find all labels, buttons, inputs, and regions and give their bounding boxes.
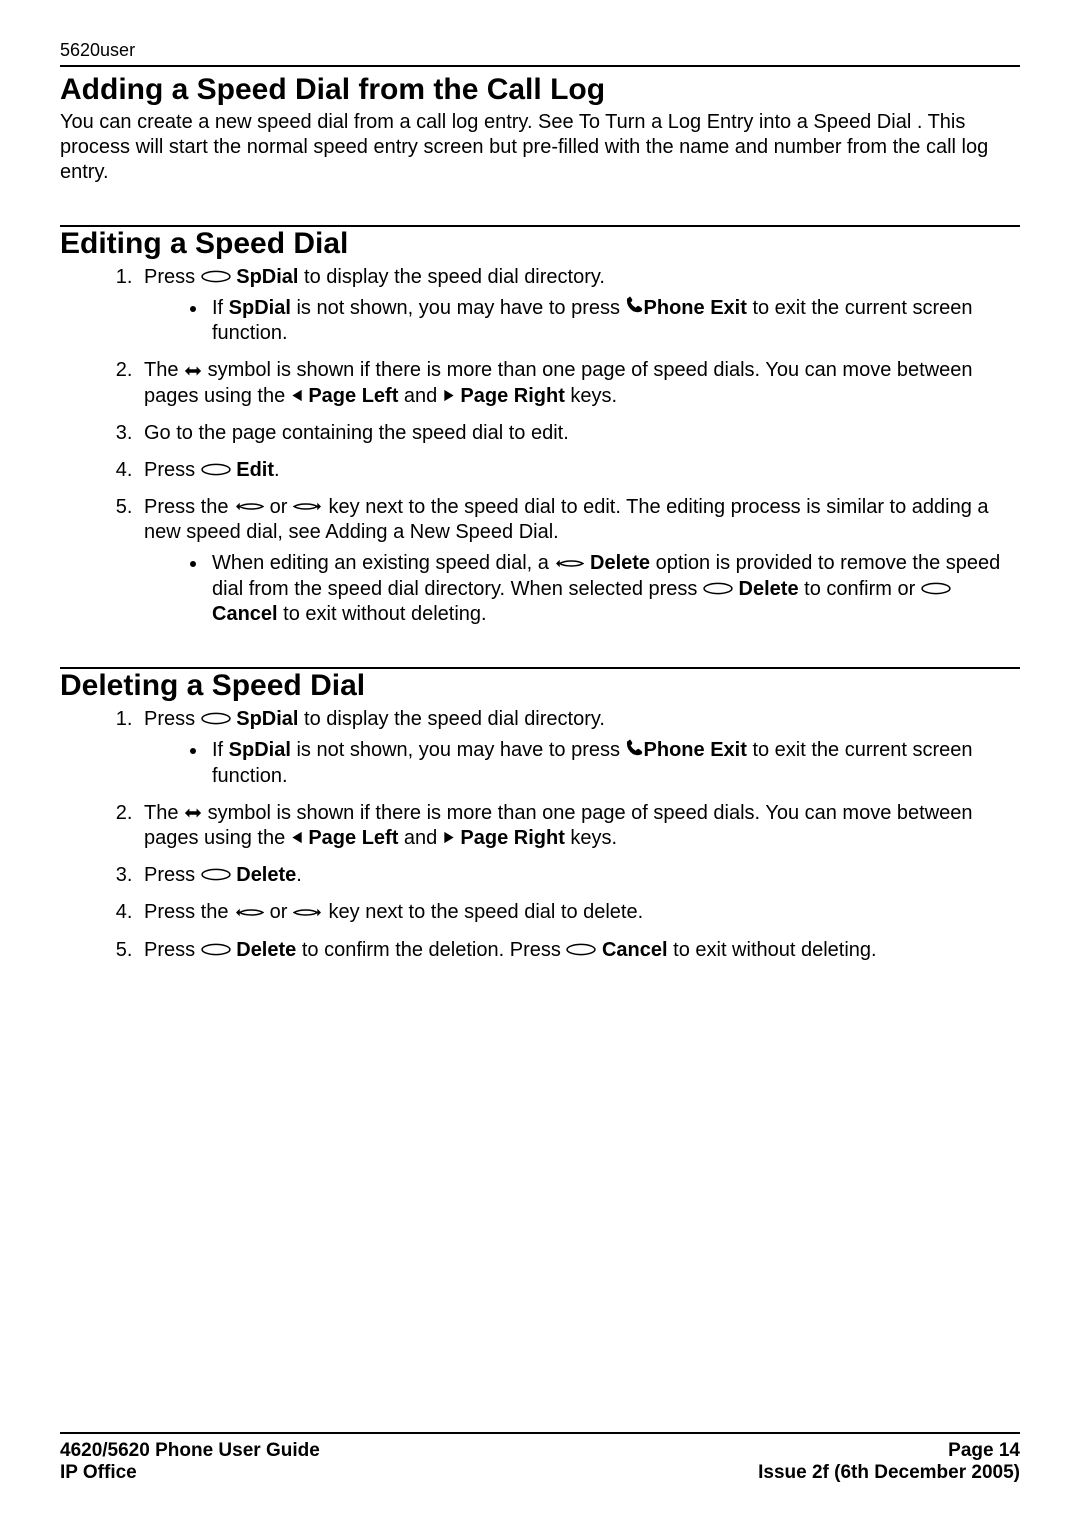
softkey-left-icon (234, 901, 264, 926)
softkey-icon (201, 863, 231, 888)
heading-editing: Editing a Speed Dial (60, 227, 1020, 262)
softkey-icon (703, 577, 733, 602)
softkey-right-icon (293, 901, 323, 926)
softkey-left-icon (554, 552, 584, 577)
list-item: Press SpDial to display the speed dial d… (138, 265, 1020, 346)
heading-deleting: Deleting a Speed Dial (60, 669, 1020, 704)
section-editing: Editing a Speed Dial Press SpDial to dis… (60, 227, 1020, 627)
left-right-arrow-icon (184, 801, 202, 826)
left-right-arrow-icon (184, 359, 202, 384)
list-item: Press the or key next to the speed dial … (138, 495, 1020, 627)
list-item: If SpDial is not shown, you may have to … (208, 738, 1020, 788)
softkey-icon (201, 938, 231, 963)
softkey-icon (201, 458, 231, 483)
heading-adding: Adding a Speed Dial from the Call Log (60, 73, 1020, 108)
list-item: Press Delete to confirm the deletion. Pr… (138, 938, 1020, 963)
phone-icon (626, 739, 644, 764)
softkey-icon (921, 577, 951, 602)
editing-steps: Press SpDial to display the speed dial d… (60, 265, 1020, 627)
triangle-left-icon (291, 826, 303, 851)
triangle-left-icon (291, 384, 303, 409)
footer-right: Page 14 Issue 2f (6th December 2005) (758, 1440, 1020, 1484)
list-item: Go to the page containing the speed dial… (138, 421, 1020, 446)
doc-tag: 5620user (60, 40, 135, 60)
softkey-icon (566, 938, 596, 963)
phone-icon (626, 296, 644, 321)
section-adding: Adding a Speed Dial from the Call Log Yo… (60, 73, 1020, 185)
footer-left: 4620/5620 Phone User Guide IP Office (60, 1440, 320, 1484)
deleting-steps: Press SpDial to display the speed dial d… (60, 707, 1020, 963)
list-item: The symbol is shown if there is more tha… (138, 801, 1020, 851)
page-header: 5620user (60, 40, 1020, 67)
list-item: Press Edit. (138, 458, 1020, 483)
page-footer: 4620/5620 Phone User Guide IP Office Pag… (60, 1432, 1020, 1484)
list-item: When editing an existing speed dial, a D… (208, 551, 1020, 626)
softkey-icon (201, 265, 231, 290)
triangle-right-icon (443, 384, 455, 409)
section-deleting: Deleting a Speed Dial Press SpDial to di… (60, 669, 1020, 963)
list-item: Press SpDial to display the speed dial d… (138, 707, 1020, 788)
softkey-right-icon (293, 495, 323, 520)
list-item: Press Delete. (138, 863, 1020, 888)
list-item: Press the or key next to the speed dial … (138, 900, 1020, 925)
softkey-icon (201, 707, 231, 732)
list-item: If SpDial is not shown, you may have to … (208, 296, 1020, 346)
softkey-left-icon (234, 495, 264, 520)
intro-adding: You can create a new speed dial from a c… (60, 110, 1020, 185)
triangle-right-icon (443, 826, 455, 851)
list-item: The symbol is shown if there is more tha… (138, 358, 1020, 408)
